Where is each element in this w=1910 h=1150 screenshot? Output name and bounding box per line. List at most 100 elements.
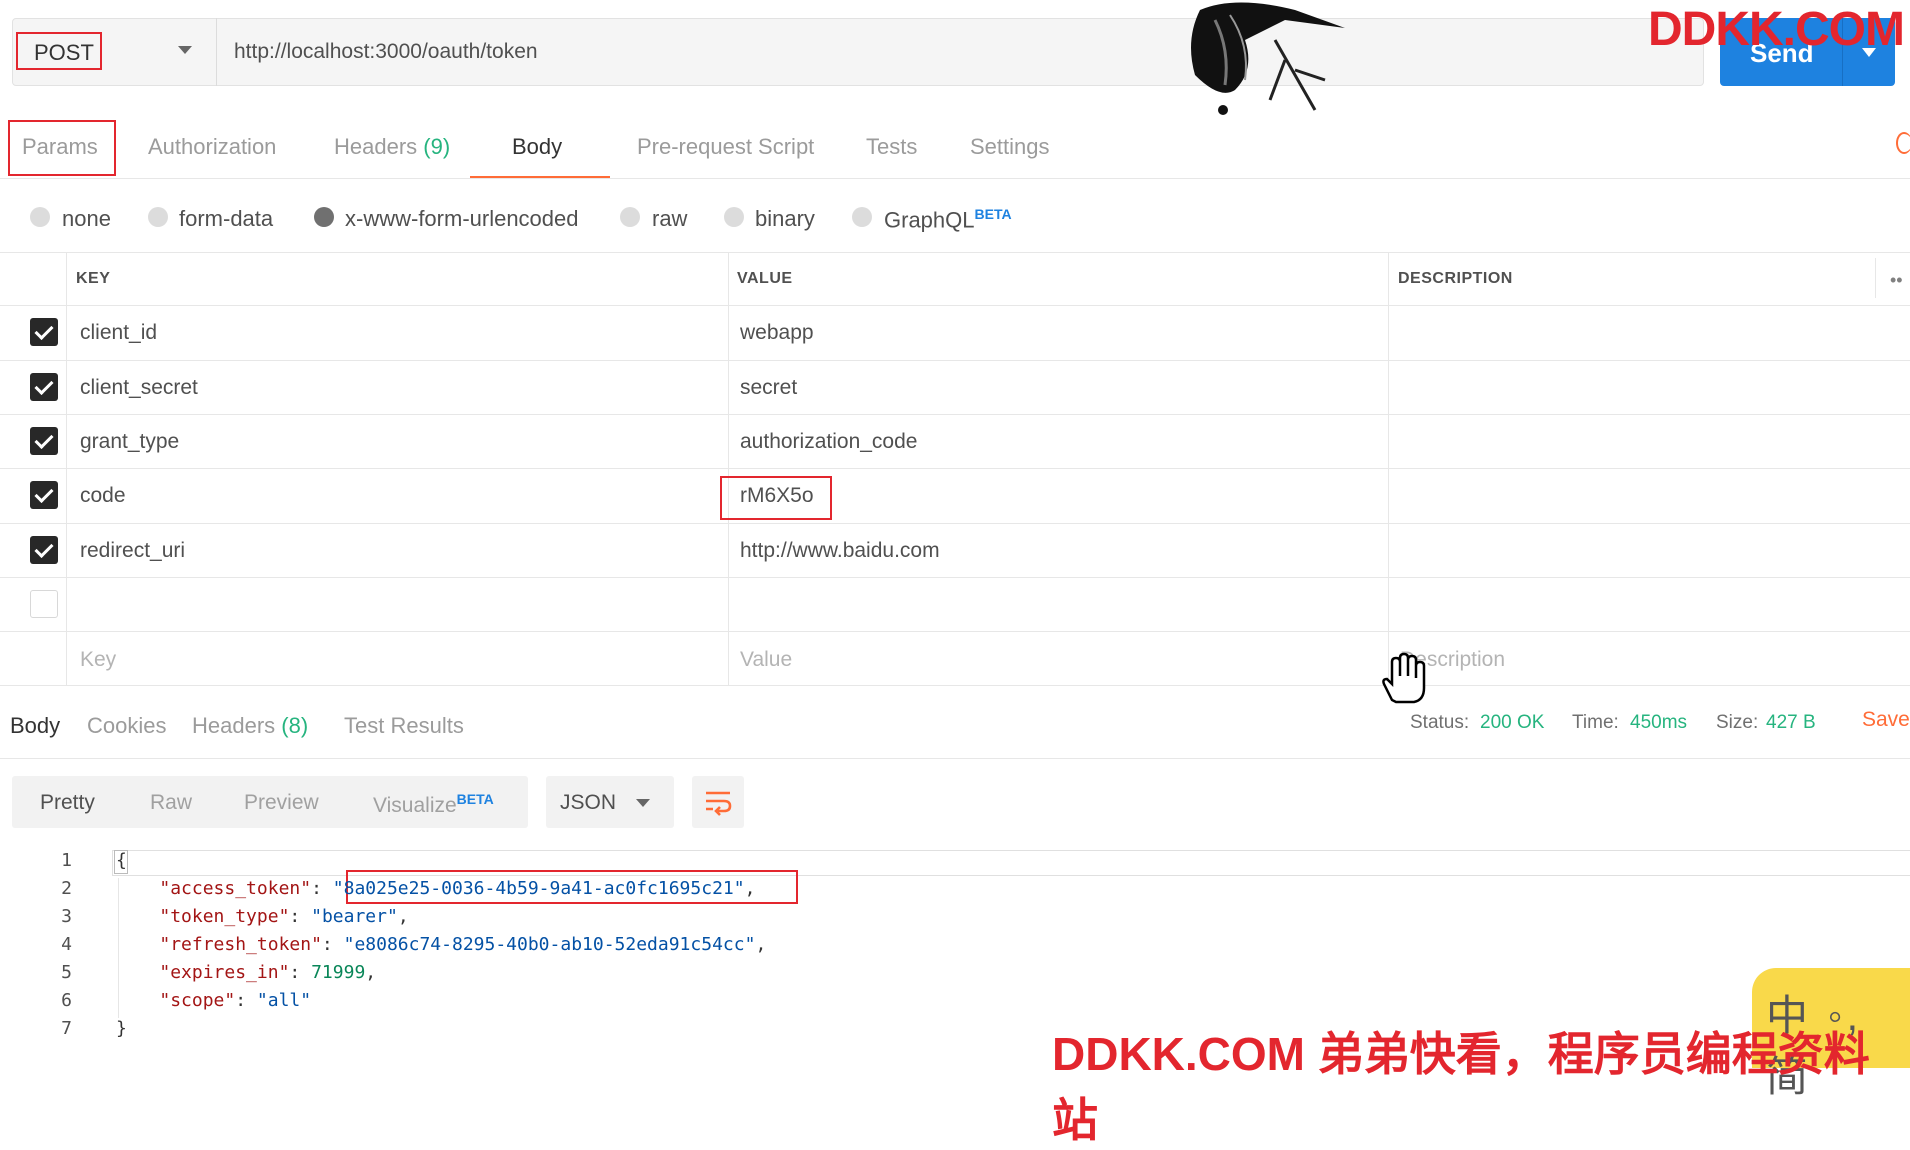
radio-urlencoded[interactable] bbox=[314, 207, 334, 227]
tab-tests[interactable]: Tests bbox=[866, 134, 917, 160]
radio-graphql-text: GraphQL bbox=[884, 207, 975, 233]
line-number: 4 bbox=[61, 934, 72, 955]
row-key[interactable]: code bbox=[80, 484, 126, 508]
table-row-border bbox=[0, 577, 1910, 578]
response-tab-cookies[interactable]: Cookies bbox=[87, 713, 166, 739]
line-number: 7 bbox=[61, 1018, 72, 1039]
format-visualize[interactable]: VisualizeBETA bbox=[373, 791, 494, 818]
radio-form-data-label[interactable]: form-data bbox=[179, 206, 273, 232]
row-checkbox[interactable] bbox=[30, 427, 58, 455]
radio-none[interactable] bbox=[30, 207, 50, 227]
response-tab-headers[interactable]: Headers (8) bbox=[192, 713, 308, 739]
code-line: "token_type": "bearer", bbox=[159, 906, 409, 927]
scope-value: all bbox=[267, 990, 301, 1011]
access-token-value: 8a025e25-0036-4b59-9a41-ac0fc1695c21 bbox=[343, 878, 734, 899]
line-number: 2 bbox=[61, 878, 72, 899]
tab-params[interactable]: Params bbox=[22, 134, 98, 160]
code-line: } bbox=[116, 1018, 127, 1039]
table-row-border bbox=[0, 414, 1910, 415]
radio-none-label[interactable]: none bbox=[62, 206, 111, 232]
wrap-lines-icon[interactable] bbox=[704, 788, 732, 816]
format-raw[interactable]: Raw bbox=[150, 791, 192, 815]
tab-prerequest[interactable]: Pre-request Script bbox=[637, 134, 814, 160]
radio-graphql[interactable] bbox=[852, 207, 872, 227]
status-label: Status: bbox=[1410, 712, 1470, 733]
line-number: 3 bbox=[61, 906, 72, 927]
column-divider bbox=[1388, 252, 1389, 685]
url-input[interactable]: http://localhost:3000/oauth/token bbox=[234, 40, 538, 64]
new-value-input[interactable]: Value bbox=[740, 648, 792, 672]
row-key[interactable]: grant_type bbox=[80, 430, 179, 454]
tab-body[interactable]: Body bbox=[512, 134, 562, 160]
refresh-token-value: e8086c74-8295-40b0-ab10-52eda91c54cc bbox=[354, 934, 745, 955]
hand-cursor-icon bbox=[1382, 652, 1426, 704]
status-value: 200 OK bbox=[1480, 712, 1545, 733]
row-checkbox[interactable] bbox=[30, 373, 58, 401]
cookies-link-icon[interactable] bbox=[1896, 132, 1910, 154]
row-key[interactable]: redirect_uri bbox=[80, 539, 185, 563]
row-value[interactable]: http://www.baidu.com bbox=[740, 539, 940, 563]
row-checkbox[interactable] bbox=[30, 481, 58, 509]
row-key[interactable]: client_secret bbox=[80, 376, 198, 400]
row-checkbox[interactable] bbox=[30, 318, 58, 346]
format-preview[interactable]: Preview bbox=[244, 791, 319, 815]
radio-raw[interactable] bbox=[620, 207, 640, 227]
response-tab-test-results[interactable]: Test Results bbox=[344, 713, 464, 739]
row-value[interactable]: authorization_code bbox=[740, 430, 917, 454]
table-row-border bbox=[0, 468, 1910, 469]
radio-binary-label[interactable]: binary bbox=[755, 206, 815, 232]
row-value[interactable]: rM6X5o bbox=[740, 484, 814, 508]
column-divider bbox=[728, 252, 729, 685]
chevron-down-icon[interactable] bbox=[636, 799, 650, 807]
table-bottom-border bbox=[0, 685, 1910, 686]
line-number: 6 bbox=[61, 990, 72, 1011]
token-type-value: bearer bbox=[321, 906, 387, 927]
radio-form-data[interactable] bbox=[148, 207, 168, 227]
witch-figure-icon bbox=[1191, 2, 1345, 115]
column-header-description: DESCRIPTION bbox=[1398, 270, 1513, 287]
response-tab-headers-label: Headers bbox=[192, 713, 276, 738]
visualize-beta-badge: BETA bbox=[456, 791, 494, 807]
tab-settings[interactable]: Settings bbox=[970, 134, 1050, 160]
new-key-input[interactable]: Key bbox=[80, 648, 116, 672]
code-line: "expires_in": 71999, bbox=[159, 962, 377, 983]
tabs-divider bbox=[0, 178, 1910, 179]
tab-authorization[interactable]: Authorization bbox=[148, 134, 276, 160]
code-line: "refresh_token": "e8086c74-8295-40b0-ab1… bbox=[159, 934, 767, 955]
row-value[interactable]: webapp bbox=[740, 321, 814, 345]
time-value: 450ms bbox=[1630, 712, 1688, 733]
tab-headers-count: (9) bbox=[423, 134, 451, 159]
url-divider bbox=[216, 18, 217, 86]
size-value: 427 B bbox=[1766, 712, 1816, 733]
format-pretty[interactable]: Pretty bbox=[40, 791, 95, 815]
tab-headers-label: Headers bbox=[334, 134, 418, 159]
watermark-bottom: DDKK.COM 弟弟快看，程序员编程资料站 bbox=[1052, 1028, 1870, 1146]
radio-urlencoded-label[interactable]: x-www-form-urlencoded bbox=[345, 206, 579, 232]
more-options-icon[interactable]: •• bbox=[1890, 270, 1903, 291]
radio-graphql-label[interactable]: GraphQLBETA bbox=[884, 206, 1012, 233]
response-tab-body[interactable]: Body bbox=[10, 713, 60, 739]
line-number: 5 bbox=[61, 962, 72, 983]
column-divider bbox=[66, 252, 67, 685]
chevron-down-icon[interactable] bbox=[178, 46, 192, 54]
radio-raw-label[interactable]: raw bbox=[652, 206, 687, 232]
tab-headers[interactable]: Headers (9) bbox=[334, 134, 450, 160]
table-row-border bbox=[0, 631, 1910, 632]
row-checkbox[interactable] bbox=[30, 536, 58, 564]
save-response-button[interactable]: Save bbox=[1862, 708, 1910, 732]
row-value[interactable]: secret bbox=[740, 376, 797, 400]
header-divider bbox=[1875, 258, 1876, 298]
table-top-border bbox=[0, 252, 1910, 253]
new-row-checkbox[interactable] bbox=[30, 590, 58, 618]
code-line: "access_token": "8a025e25-0036-4b59-9a41… bbox=[159, 878, 756, 899]
line-number: 1 bbox=[61, 850, 72, 871]
language-select-label[interactable]: JSON bbox=[560, 791, 616, 815]
format-visualize-label: Visualize bbox=[373, 794, 457, 817]
code-line: { bbox=[116, 850, 127, 871]
code-line: "scope": "all" bbox=[159, 990, 312, 1011]
time-label: Time: bbox=[1572, 712, 1619, 733]
watermark-top: DDKK.COM bbox=[1648, 3, 1905, 56]
method-select[interactable]: POST bbox=[34, 40, 94, 66]
row-key[interactable]: client_id bbox=[80, 321, 157, 345]
radio-binary[interactable] bbox=[724, 207, 744, 227]
